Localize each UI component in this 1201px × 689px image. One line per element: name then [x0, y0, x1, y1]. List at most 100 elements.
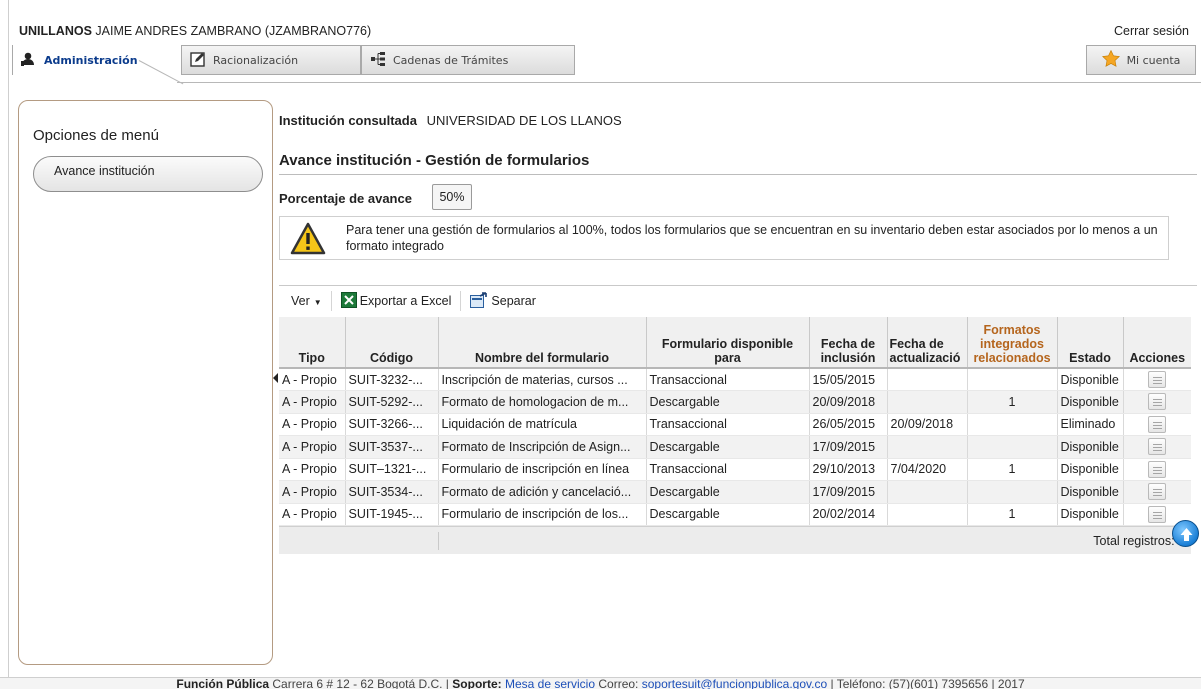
toolbar-separator — [330, 291, 332, 311]
cell-disponible: Transaccional — [645, 368, 809, 391]
table-row[interactable]: A - Propio SUIT–1321-... Formulario de ins… — [279, 458, 1191, 481]
cell-codigo: SUIT-3537-... — [344, 435, 438, 459]
user-name: JAIME ANDRES ZAMBRANO (JZAMBRANO776) — [95, 24, 372, 38]
row-action-icon[interactable] — [1148, 393, 1167, 411]
col-nombre[interactable]: Nombre del formulario — [437, 317, 646, 369]
tab-cadenas[interactable]: Cadenas de Trámites — [361, 45, 575, 75]
footer-address: Carrera 6 # 12 - 62 Bogotá D.C. | — [272, 677, 449, 689]
arrow-up-icon — [1180, 528, 1193, 541]
cell-fecha-inclusion: 29/10/2013 — [808, 458, 887, 481]
separate-icon — [470, 291, 488, 311]
row-action-icon[interactable] — [1148, 415, 1167, 433]
table-row[interactable]: A - Propio SUIT-3534-... Formato de adició… — [279, 480, 1191, 504]
view-menu-label: Ver — [291, 294, 310, 308]
cell-acciones — [1122, 458, 1191, 481]
cell-nombre: Formato de homologacion de m... — [437, 390, 646, 414]
cell-fecha-actualizacion — [886, 368, 967, 391]
cell-tipo: A - Propio — [279, 390, 345, 414]
page-title: Avance institución - Gestión de formular… — [279, 152, 590, 169]
table-row[interactable]: A - Propio SUIT-3537-... Formato de Inscri… — [279, 435, 1191, 459]
col-codigo[interactable]: Código — [344, 317, 438, 369]
footer-phone: | Teléfono: (57)(601) 7395656 | 2017 — [830, 677, 1025, 689]
table-row[interactable]: A - Propio SUIT-3266-... Liquidación de ma… — [279, 413, 1191, 436]
footer-org: Función Pública — [176, 677, 270, 689]
institution-line: Institución consultada UNIVERSIDAD DE LO… — [279, 113, 622, 128]
cell-fecha-inclusion: 20/02/2014 — [808, 503, 887, 526]
view-menu-button[interactable]: Ver ▼ — [291, 294, 322, 308]
grid-toolbar: Ver ▼ Exportar a Excel Separar — [279, 289, 536, 313]
cell-formatos — [966, 413, 1057, 436]
cell-fecha-actualizacion — [886, 390, 967, 414]
total-records: Total registros: 7 — [1093, 534, 1185, 548]
forms-grid: Tipo Código Nombre del formulario Formul… — [273, 317, 1201, 554]
cell-codigo: SUIT-3534-... — [344, 480, 438, 504]
col-disponible[interactable]: Formulario disponible para — [645, 317, 809, 369]
tree-icon — [370, 51, 386, 70]
scroll-top-button[interactable] — [1172, 520, 1199, 547]
table-row[interactable]: A - Propio SUIT-5292-... Formato de homolo… — [279, 390, 1191, 414]
cell-disponible: Descargable — [645, 435, 809, 459]
row-action-icon[interactable] — [1148, 460, 1167, 478]
cell-disponible: Descargable — [645, 503, 809, 526]
row-action-icon[interactable] — [1148, 505, 1167, 523]
cell-estado: Disponible — [1056, 368, 1123, 391]
cell-codigo: SUIT-3232-... — [344, 368, 438, 391]
cell-tipo: A - Propio — [279, 458, 345, 481]
table-row[interactable]: A - Propio SUIT-3232-... Inscripción de ma… — [279, 368, 1191, 391]
cell-disponible: Transaccional — [645, 413, 809, 436]
caret-down-icon: ▼ — [313, 298, 322, 307]
separate-label: Separar — [491, 294, 536, 308]
cell-acciones — [1122, 435, 1191, 459]
cell-codigo: SUIT-5292-... — [344, 390, 438, 414]
col-tipo[interactable]: Tipo — [279, 317, 345, 369]
toolbar-divider — [279, 285, 1197, 286]
sidebar: Opciones de menú Avance institución — [18, 100, 273, 665]
cell-tipo: A - Propio — [279, 413, 345, 436]
footer-support-label: Soporte: — [452, 677, 502, 689]
sidebar-item-avance-institucion[interactable]: Avance institución — [33, 156, 263, 192]
cell-fecha-actualizacion: 7/04/2020 — [886, 458, 967, 481]
row-action-icon[interactable] — [1148, 438, 1167, 456]
cell-fecha-inclusion: 20/09/2018 — [808, 390, 887, 414]
progress-value: 50% — [432, 184, 472, 210]
cell-tipo: A - Propio — [279, 480, 345, 504]
support-link[interactable]: Mesa de servicio — [505, 678, 595, 689]
row-action-icon[interactable] — [1148, 371, 1167, 388]
cell-tipo: A - Propio — [279, 435, 345, 459]
cell-formatos — [966, 480, 1057, 504]
col-formatos[interactable]: Formatos integrados relacionados — [966, 317, 1057, 369]
cell-acciones — [1122, 368, 1191, 391]
tab-bar-line — [177, 82, 1201, 83]
my-account-tab[interactable]: Mi cuenta — [1086, 45, 1196, 75]
tab-racionalizacion[interactable]: Racionalización — [181, 45, 361, 75]
logout-link[interactable]: Cerrar sesión — [1114, 24, 1189, 38]
cell-nombre: Formato de adición y cancelació... — [437, 480, 646, 504]
institution-label: Institución consultada — [279, 113, 417, 128]
table-row[interactable]: A - Propio SUIT-1945-... Formulario de ins… — [279, 503, 1191, 526]
tab-administracion[interactable]: Administración — [12, 45, 177, 75]
separate-button[interactable]: Separar — [470, 291, 536, 311]
col-fecha-actualizacion[interactable]: Fecha de actualizació — [886, 317, 967, 369]
email-link[interactable]: soportesuit@funcionpublica.gov.co — [642, 678, 827, 689]
cell-tipo: A - Propio — [279, 503, 345, 526]
col-fecha-inclusion[interactable]: Fecha de inclusión — [808, 317, 887, 369]
cell-acciones — [1122, 413, 1191, 436]
cell-nombre: Formulario de inscripción en línea — [437, 458, 646, 481]
app-window: UNILLANOS JAIME ANDRES ZAMBRANO (JZAMBRA… — [8, 0, 1201, 689]
cell-fecha-inclusion: 17/09/2015 — [808, 435, 887, 459]
cell-nombre: Formulario de inscripción de los... — [437, 503, 646, 526]
user-icon — [21, 52, 37, 69]
cell-estado: Disponible — [1056, 435, 1123, 459]
cell-acciones — [1122, 390, 1191, 414]
export-excel-button[interactable]: Exportar a Excel — [340, 291, 451, 311]
cell-formatos — [966, 435, 1057, 459]
cell-fecha-inclusion: 17/09/2015 — [808, 480, 887, 504]
cell-estado: Eliminado — [1056, 413, 1123, 436]
row-action-icon[interactable] — [1148, 483, 1167, 501]
warning-box: Para tener una gestión de formularios al… — [279, 216, 1169, 260]
star-icon — [1101, 49, 1120, 70]
cell-acciones — [1122, 480, 1191, 504]
row-pointer-icon — [273, 373, 278, 383]
cell-nombre: Inscripción de materias, cursos ... — [437, 368, 646, 391]
col-estado[interactable]: Estado — [1056, 317, 1123, 369]
